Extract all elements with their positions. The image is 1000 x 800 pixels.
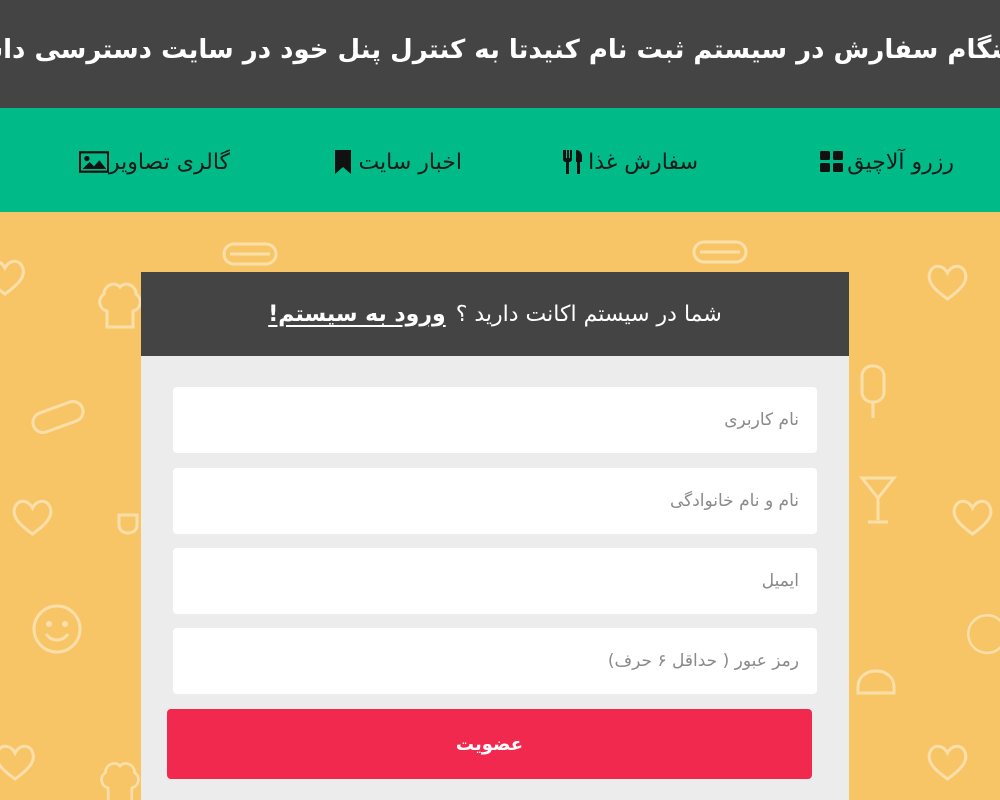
password-field[interactable]	[173, 628, 817, 694]
email-field[interactable]	[173, 548, 817, 614]
hotdog-icon	[31, 400, 85, 434]
nav-item-site-news[interactable]: اخبار سایت	[328, 142, 462, 182]
register-header: شما در سیستم اکانت دارید ؟ ورود به سیستم…	[141, 272, 849, 356]
smiley-icon	[32, 604, 82, 654]
chef-hat-icon	[98, 282, 142, 329]
image-icon	[78, 147, 109, 177]
register-panel: شما در سیستم اکانت دارید ؟ ورود به سیستم…	[141, 272, 849, 800]
username-field[interactable]	[173, 387, 817, 453]
popsicle-icon	[860, 364, 886, 418]
account-prompt: شما در سیستم اکانت دارید ؟	[455, 301, 722, 327]
heart-icon	[12, 499, 53, 536]
cocktail-glass-icon	[858, 476, 898, 524]
heart-icon	[0, 259, 25, 296]
login-link[interactable]: ورود به سیستم!	[268, 302, 446, 327]
heart-icon	[0, 744, 35, 781]
utensils-icon	[558, 147, 588, 177]
heart-icon	[952, 499, 993, 536]
nav-item-label: گالری تصاویر	[108, 149, 230, 175]
heart-icon	[927, 264, 968, 301]
fullname-field[interactable]	[173, 468, 817, 534]
main-nav: رزرو آلاچیق سفارش غذا اخبار سایت گالری ت…	[0, 108, 1000, 212]
announcement-bar: هنگام سفارش در سیستم ثبت نام کنیدتا به ک…	[0, 0, 1000, 108]
hotdog-icon	[222, 242, 278, 266]
teapot-icon	[856, 669, 896, 695]
nav-item-order-food[interactable]: سفارش غذا	[558, 142, 698, 182]
nav-item-reserve-gazebo[interactable]: رزرو آلاچیق	[817, 142, 954, 182]
grid-icon	[817, 147, 847, 177]
hotdog-icon	[692, 240, 748, 264]
bookmark-icon	[328, 147, 358, 177]
announcement-text: هنگام سفارش در سیستم ثبت نام کنیدتا به ک…	[0, 35, 1000, 65]
nav-item-photo-gallery[interactable]: گالری تصاویر	[78, 142, 230, 182]
chef-hat-icon	[100, 762, 140, 800]
nav-item-label: اخبار سایت	[358, 149, 462, 175]
nav-item-label: سفارش غذا	[588, 149, 698, 175]
register-button[interactable]: عضویت	[167, 709, 812, 779]
smiley-icon	[967, 614, 1000, 655]
heart-icon	[927, 744, 968, 781]
nav-item-label: رزرو آلاچیق	[847, 149, 954, 175]
